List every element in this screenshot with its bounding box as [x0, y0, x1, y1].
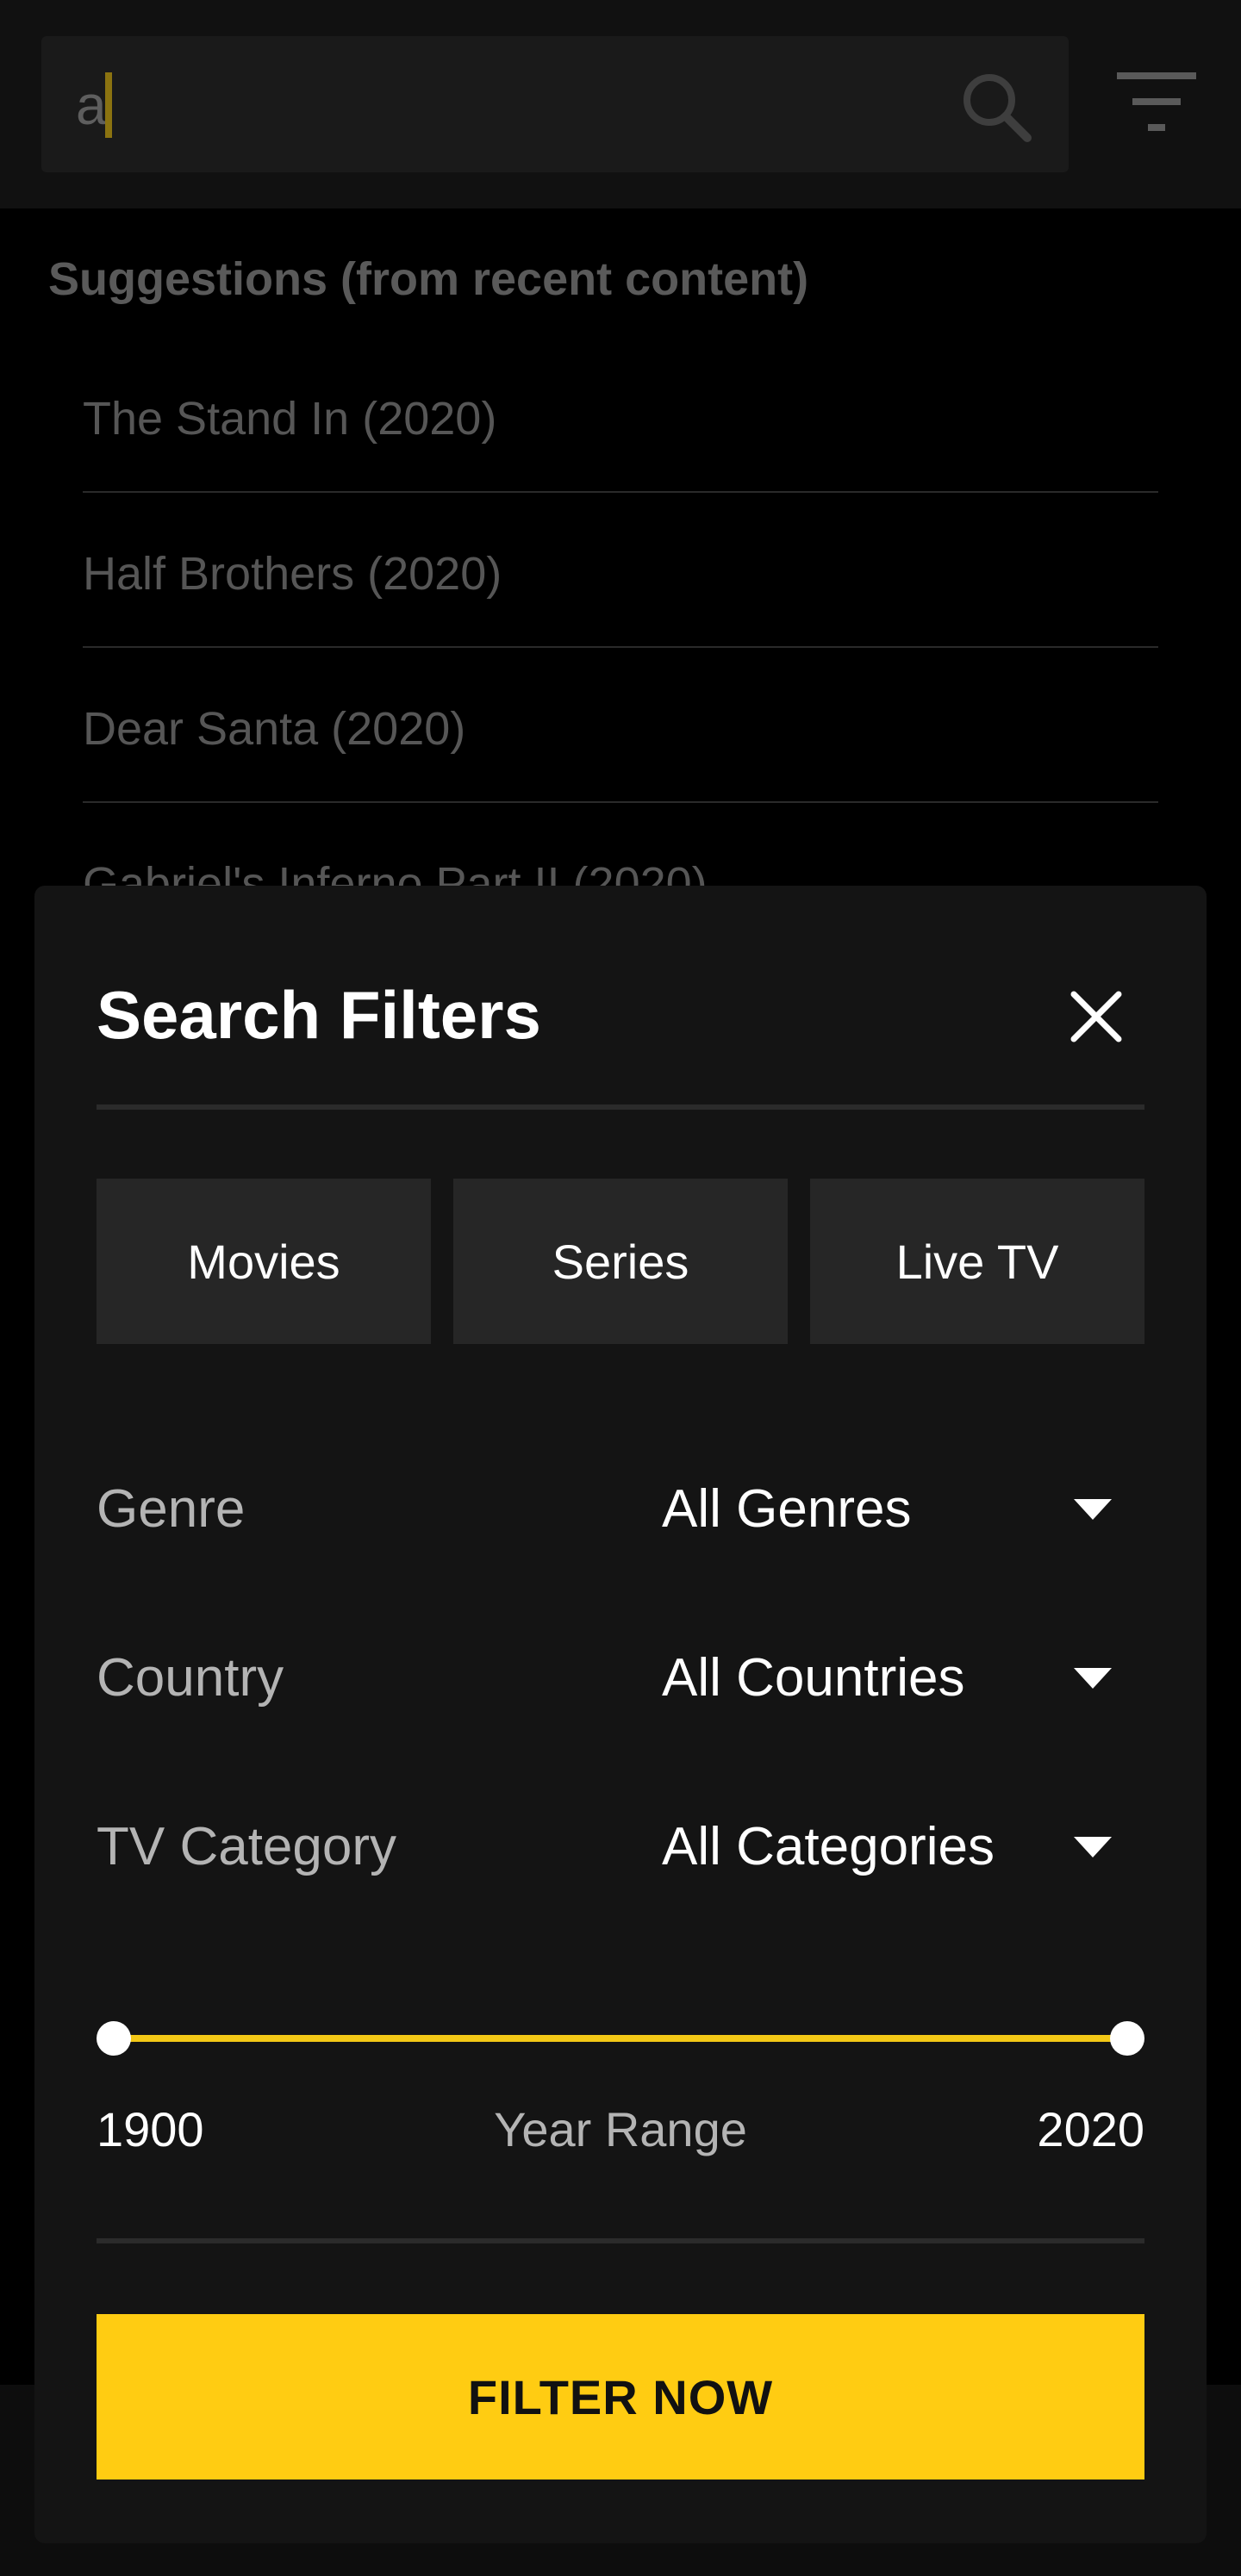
filter-icon[interactable] — [1113, 69, 1200, 138]
genre-value: All Genres — [662, 1479, 912, 1539]
suggestion-item[interactable]: Dear Santa (2020) — [83, 648, 1158, 803]
tv-category-label: TV Category — [97, 1817, 397, 1876]
filter-now-button[interactable]: FILTER NOW — [97, 2314, 1144, 2480]
search-icon[interactable] — [955, 65, 1038, 148]
search-input[interactable]: a — [41, 36, 1069, 172]
genre-filter-row: Genre All Genres — [97, 1466, 1144, 1552]
tv-category-filter-row: TV Category All Categories — [97, 1804, 1144, 1890]
close-button[interactable] — [1048, 968, 1144, 1065]
tv-category-dropdown[interactable]: All Categories — [662, 1804, 1144, 1890]
slider-handle-min[interactable] — [97, 2021, 131, 2056]
year-range-slider[interactable] — [97, 2013, 1144, 2064]
slider-handle-max[interactable] — [1110, 2021, 1144, 2056]
suggestion-item[interactable]: Half Brothers (2020) — [83, 493, 1158, 648]
divider — [97, 2238, 1144, 2243]
year-range-min: 1900 — [97, 2102, 204, 2156]
search-header: a — [0, 0, 1241, 208]
suggestions-heading: Suggestions (from recent content) — [48, 253, 809, 305]
chevron-down-icon — [1074, 1499, 1112, 1520]
series-button[interactable]: Series — [453, 1179, 788, 1344]
year-range-label: Year Range — [494, 2102, 747, 2156]
modal-title: Search Filters — [97, 977, 541, 1053]
content-type-selector: Movies Series Live TV — [97, 1179, 1144, 1344]
close-icon — [1070, 991, 1122, 1042]
genre-label: Genre — [97, 1479, 246, 1539]
search-input-value: a — [76, 74, 107, 136]
movies-button[interactable]: Movies — [97, 1179, 431, 1344]
search-screen: a Suggestions (from recent content) The … — [0, 0, 1241, 2576]
slider-track — [112, 2035, 1129, 2042]
suggestions-list: The Stand In (2020) Half Brothers (2020)… — [83, 338, 1158, 958]
chevron-down-icon — [1074, 1668, 1112, 1689]
chevron-down-icon — [1074, 1837, 1112, 1857]
suggestion-item[interactable]: The Stand In (2020) — [83, 338, 1158, 493]
country-filter-row: Country All Countries — [97, 1635, 1144, 1721]
country-label: Country — [97, 1648, 284, 1708]
tv-category-value: All Categories — [662, 1817, 995, 1876]
live-tv-button[interactable]: Live TV — [810, 1179, 1144, 1344]
search-filters-modal: Search Filters Movies Series Live TV Gen… — [34, 886, 1207, 2543]
text-caret — [105, 72, 112, 138]
genre-dropdown[interactable]: All Genres — [662, 1466, 1144, 1552]
country-value: All Countries — [662, 1648, 965, 1708]
divider — [97, 1104, 1144, 1110]
year-range-max: 2020 — [1037, 2102, 1144, 2156]
country-dropdown[interactable]: All Countries — [662, 1635, 1144, 1721]
